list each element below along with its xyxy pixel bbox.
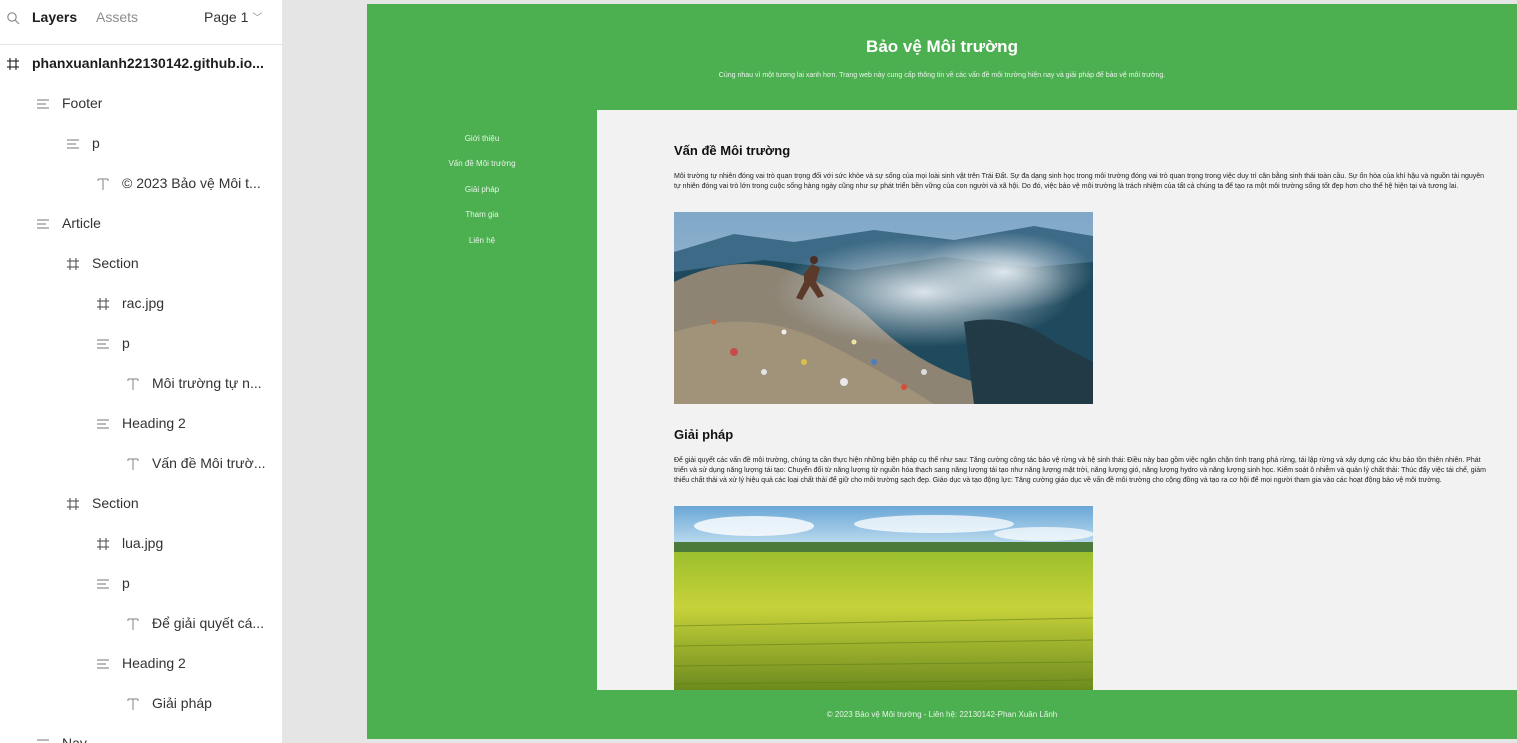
layer-label: Để giải quyết cá...: [152, 615, 265, 631]
layer-row[interactable]: rac.jpg: [0, 284, 282, 324]
layer-label: p: [122, 335, 130, 351]
layer-label: Nav: [62, 735, 87, 743]
layer-row[interactable]: p: [0, 324, 282, 364]
layer-row[interactable]: Nav: [0, 724, 282, 743]
stack-icon: [96, 417, 110, 431]
tab-layers[interactable]: Layers: [32, 9, 77, 25]
layer-row[interactable]: phanxuanlanh22130142.github.io...: [0, 44, 282, 84]
article: Vấn đề Môi trường Môi trường tự nhiên đó…: [597, 110, 1517, 690]
lua-image: [674, 506, 1093, 690]
layer-label: p: [92, 135, 100, 151]
layer-row[interactable]: Để giải quyết cá...: [0, 604, 282, 644]
stack-icon: [96, 577, 110, 591]
layer-row[interactable]: lua.jpg: [0, 524, 282, 564]
nav-link-giai-phap[interactable]: Giải pháp: [367, 185, 597, 194]
layer-label: Article: [62, 215, 101, 231]
layer-label: Heading 2: [122, 415, 186, 431]
search-icon[interactable]: [6, 11, 20, 25]
layer-row[interactable]: © 2023 Bảo vệ Môi t...: [0, 164, 282, 204]
frame-icon: [66, 257, 80, 271]
panel-header: Layers Assets Page 1 ﹀: [0, 0, 282, 37]
layers-panel: Layers Assets Page 1 ﹀ phanxuanlanh221301…: [0, 0, 283, 743]
text-icon: [126, 377, 140, 391]
section-paragraph-van-de: Môi trường tự nhiên đóng vai trò quan tr…: [674, 173, 1485, 190]
stack-icon: [36, 737, 50, 743]
site-title: Bảo vệ Môi trường: [866, 37, 1018, 56]
section-title-van-de: Vấn đề Môi trường: [674, 143, 791, 158]
nav-link-van-de[interactable]: Vấn đề Môi trường: [367, 159, 597, 168]
layer-label: Footer: [62, 95, 103, 111]
nav-link-gioi-thieu[interactable]: Giới thiệu: [367, 134, 597, 143]
layer-row[interactable]: Giải pháp: [0, 684, 282, 724]
section-title-giai-phap: Giải pháp: [674, 427, 734, 442]
frame-icon: [66, 497, 80, 511]
layer-label: p: [122, 575, 130, 591]
layer-row[interactable]: Môi trường tự n...: [0, 364, 282, 404]
layer-label: lua.jpg: [122, 535, 164, 551]
layer-row[interactable]: Article: [0, 204, 282, 244]
layer-label: phanxuanlanh22130142.github.io...: [32, 55, 264, 71]
layer-label: Section: [92, 495, 139, 511]
rac-image: [674, 212, 1093, 404]
tab-assets[interactable]: Assets: [96, 9, 138, 25]
section-paragraph-giai-phap: Để giải quyết các vấn đề môi trường, chú…: [674, 457, 1486, 484]
layer-label: Section: [92, 255, 139, 271]
nav-link-lien-he[interactable]: Liên hệ: [367, 236, 597, 245]
layer-label: Vấn đề Môi trườ...: [152, 455, 266, 471]
layer-label: Heading 2: [122, 655, 186, 671]
stack-icon: [36, 97, 50, 111]
stack-icon: [96, 337, 110, 351]
layer-label: Giải pháp: [152, 695, 212, 711]
layer-label: © 2023 Bảo vệ Môi t...: [122, 175, 261, 191]
stack-icon: [66, 137, 80, 151]
text-icon: [96, 177, 110, 191]
page-select[interactable]: Page 1 ﹀: [204, 9, 262, 25]
layer-row[interactable]: Vấn đề Môi trườ...: [0, 444, 282, 484]
page-select-label: Page 1: [204, 9, 249, 25]
layer-row[interactable]: Section: [0, 484, 282, 524]
nav-link-tham-gia[interactable]: Tham gia: [367, 210, 597, 219]
layer-row[interactable]: Section: [0, 244, 282, 284]
stack-icon: [96, 657, 110, 671]
text-icon: [126, 617, 140, 631]
layer-row[interactable]: Heading 2: [0, 644, 282, 684]
layer-row[interactable]: Heading 2: [0, 404, 282, 444]
layer-row[interactable]: Footer: [0, 84, 282, 124]
text-icon: [126, 697, 140, 711]
stack-icon: [36, 217, 50, 231]
text-icon: [126, 457, 140, 471]
layer-label: rac.jpg: [122, 295, 165, 311]
frame-icon: [96, 297, 110, 311]
layer-row[interactable]: p: [0, 124, 282, 164]
site-tagline: Cùng nhau vì một tương lai xanh hơn. Tra…: [718, 72, 1166, 79]
site-footer: © 2023 Bảo vệ Môi trường - Liên hệ: 2213…: [367, 690, 1517, 739]
frame-icon: [6, 57, 20, 71]
site-header: Bảo vệ Môi trường Cùng nhau vì một tương…: [367, 4, 1517, 110]
layer-label: Môi trường tự n...: [152, 375, 262, 391]
site-frame[interactable]: Bảo vệ Môi trường Cùng nhau vì một tương…: [367, 4, 1517, 739]
layer-row[interactable]: p: [0, 564, 282, 604]
footer-text: © 2023 Bảo vệ Môi trường - Liên hệ: 2213…: [826, 710, 1058, 719]
chevron-down-icon: ﹀: [252, 13, 263, 24]
frame-icon: [96, 537, 110, 551]
